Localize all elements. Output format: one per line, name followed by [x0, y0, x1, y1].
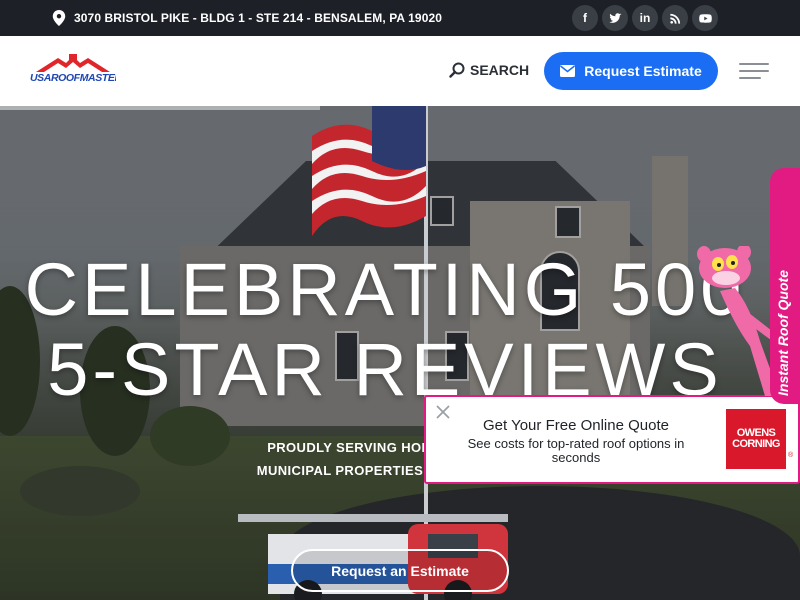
hamburger-line	[739, 70, 769, 72]
twitter-link[interactable]	[602, 5, 628, 31]
address-block: 3070 BRISTOL PIKE - BLDG 1 - STE 214 - B…	[52, 0, 442, 36]
search-label: SEARCH	[470, 62, 530, 78]
social-links: f in	[572, 5, 718, 31]
hero-request-estimate-button[interactable]: Request an Estimate	[291, 549, 509, 592]
search-button[interactable]: SEARCH	[449, 62, 529, 78]
roof-logo-icon	[36, 54, 110, 72]
facebook-link[interactable]: f	[572, 5, 598, 31]
rss-icon	[669, 13, 680, 24]
quote-description: See costs for top-rated roof options in …	[467, 436, 685, 465]
rss-link[interactable]	[662, 5, 688, 31]
hamburger-line	[739, 77, 761, 79]
online-quote-popup[interactable]: Get Your Free Online Quote See costs for…	[424, 395, 800, 484]
site-logo[interactable]: USAROOFMASTERS	[30, 54, 116, 88]
search-icon	[449, 62, 465, 78]
menu-toggle-button[interactable]	[739, 62, 769, 80]
owens-corning-logo-line2: CORNING	[732, 438, 780, 450]
hero-section: CELEBRATING 500 5-STAR REVIEWS PROUDLY S…	[0, 106, 800, 600]
hero-headline: CELEBRATING 500 5-STAR REVIEWS	[0, 250, 770, 410]
twitter-icon	[608, 12, 621, 23]
request-estimate-button[interactable]: Request Estimate	[544, 52, 718, 90]
logo-wordmark: USAROOFMASTERS	[30, 72, 116, 84]
linkedin-icon: in	[639, 11, 651, 25]
owens-corning-logo[interactable]: OWENS CORNING	[726, 409, 786, 469]
envelope-icon	[560, 65, 576, 77]
map-pin-icon	[52, 10, 66, 26]
top-bar: 3070 BRISTOL PIKE - BLDG 1 - STE 214 - B…	[0, 0, 800, 36]
youtube-link[interactable]	[692, 5, 718, 31]
facebook-icon: f	[583, 11, 587, 25]
instant-roof-quote-label: Instant Roof Quote	[775, 270, 791, 396]
instant-roof-quote-tab[interactable]: Instant Roof Quote	[770, 168, 800, 404]
hero-headline-line1: CELEBRATING 500	[24, 248, 746, 331]
quote-title: Get Your Free Online Quote	[483, 417, 669, 434]
youtube-icon	[698, 13, 712, 23]
hamburger-line	[739, 63, 769, 65]
address-text: 3070 BRISTOL PIKE - BLDG 1 - STE 214 - B…	[74, 11, 443, 25]
registered-mark: ®	[788, 452, 794, 459]
linkedin-link[interactable]: in	[632, 5, 658, 31]
site-header: USAROOFMASTERS SEARCH Request Estimate	[0, 36, 800, 106]
request-estimate-label: Request Estimate	[584, 63, 702, 79]
american-flag-image	[312, 106, 426, 236]
